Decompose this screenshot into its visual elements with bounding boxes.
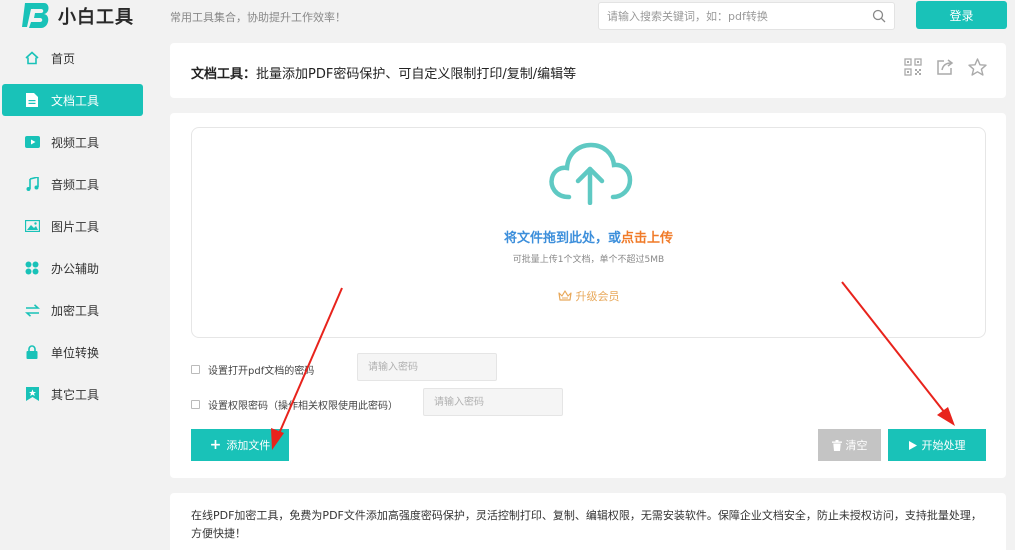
grid-icon — [24, 260, 40, 276]
sidebar-item-label: 图片工具 — [51, 219, 100, 234]
slogan: 常用工具集合，协助提升工作效率！ — [170, 11, 346, 24]
clear-label: 清空 — [845, 439, 868, 452]
play-icon — [908, 440, 917, 450]
open-password-label: 设置打开pdf文档的密码 — [208, 366, 315, 377]
sidebar-item-document-tools[interactable]: 文档工具 — [2, 84, 143, 116]
sidebar-item-encrypt-tools[interactable]: 加密工具 — [2, 294, 143, 326]
sidebar-item-audio-tools[interactable]: 音频工具 — [2, 168, 143, 200]
lock-icon — [24, 344, 40, 360]
swap-icon — [24, 302, 40, 318]
crown-icon — [557, 290, 572, 301]
main-card: 将文件拖到此处，或点击上传 可批量上传1个文档，单个不超过5MB 升级会员 设置… — [170, 113, 1006, 478]
sidebar-item-label: 音频工具 — [51, 177, 100, 192]
sidebar-item-home[interactable]: 首页 — [2, 42, 143, 74]
sidebar-item-unit-conversion[interactable]: 单位转换 — [2, 336, 143, 368]
star-badge-icon — [24, 386, 40, 402]
sidebar-item-label: 办公辅助 — [51, 261, 100, 276]
plus-icon: + — [209, 437, 222, 453]
permission-password-checkbox[interactable] — [191, 400, 200, 409]
title-actions — [904, 58, 987, 76]
favorite-star-icon[interactable] — [968, 58, 987, 76]
page-title: 文档工具：批量添加PDF密码保护、可自定义限制打印/复制/编辑等 — [191, 63, 576, 82]
login-button[interactable]: 登录 — [916, 1, 1007, 29]
sidebar-item-video-tools[interactable]: 视频工具 — [2, 126, 143, 158]
search-icon[interactable] — [872, 9, 886, 23]
upload-limit-text: 可批量上传1个文档，单个不超过5MB — [512, 255, 665, 265]
upgrade-link[interactable]: 升级会员 — [192, 288, 985, 304]
permission-password-input[interactable] — [423, 388, 563, 416]
sidebar-item-office-tools[interactable]: 办公辅助 — [2, 252, 143, 284]
sidebar-item-other-tools[interactable]: 其它工具 — [2, 378, 143, 410]
search-input[interactable] — [599, 3, 859, 29]
upload-dropzone[interactable]: 将文件拖到此处，或点击上传 可批量上传1个文档，单个不超过5MB 升级会员 — [191, 127, 986, 338]
permission-password-option[interactable]: 设置权限密码（操作相关权限使用此密码） — [191, 397, 398, 412]
search-box — [598, 2, 895, 30]
open-password-input[interactable] — [357, 353, 497, 381]
open-password-checkbox[interactable] — [191, 365, 200, 374]
start-label: 开始处理 — [921, 439, 966, 452]
title-card: 文档工具：批量添加PDF密码保护、可自定义限制打印/复制/编辑等 — [170, 43, 1006, 98]
open-password-option[interactable]: 设置打开pdf文档的密码 — [191, 362, 314, 377]
permission-password-label: 设置权限密码（操作相关权限使用此密码） — [208, 401, 398, 412]
sidebar-item-label: 加密工具 — [51, 303, 100, 318]
video-icon — [24, 134, 40, 150]
home-icon — [24, 50, 40, 66]
document-icon — [24, 92, 40, 108]
brand-name: 小白工具 — [58, 7, 134, 28]
click-upload-link[interactable]: 点击上传 — [621, 231, 673, 246]
start-processing-button[interactable]: 开始处理 — [888, 429, 986, 461]
page-title-text: 批量添加PDF密码保护、可自定义限制打印/复制/编辑等 — [256, 67, 577, 82]
logo[interactable]: 小白工具 — [22, 1, 134, 31]
sidebar-item-label: 其它工具 — [51, 387, 100, 402]
music-icon — [24, 176, 40, 192]
page-title-prefix: 文档工具： — [191, 67, 257, 82]
sidebar-item-label: 单位转换 — [51, 345, 100, 360]
sidebar-item-label: 首页 — [51, 51, 76, 66]
upgrade-label: 升级会员 — [575, 290, 620, 303]
sidebar-item-label: 文档工具 — [51, 93, 100, 108]
qr-code-icon[interactable] — [904, 58, 922, 76]
add-file-label: 添加文件 — [226, 439, 271, 452]
trash-icon — [831, 439, 842, 451]
top-bar: 小白工具 常用工具集合，协助提升工作效率！ 登录 — [0, 0, 1015, 32]
clear-button[interactable]: 清空 — [818, 429, 881, 461]
cloud-upload-icon — [549, 142, 633, 205]
drop-text: 将文件拖到此处，或 — [503, 231, 621, 246]
add-file-button[interactable]: + 添加文件 — [191, 429, 289, 461]
sidebar-item-label: 视频工具 — [51, 135, 100, 150]
share-icon[interactable] — [936, 58, 954, 76]
drop-instruction: 将文件拖到此处，或点击上传 — [192, 227, 985, 246]
description-card: 在线PDF加密工具，免费为PDF文件添加高强度密码保护，灵活控制打印、复制、编辑… — [170, 493, 1006, 550]
tool-description: 在线PDF加密工具，免费为PDF文件添加高强度密码保护，灵活控制打印、复制、编辑… — [191, 509, 982, 540]
sidebar-item-image-tools[interactable]: 图片工具 — [2, 210, 143, 242]
image-icon — [24, 218, 40, 234]
logo-icon — [22, 3, 49, 28]
